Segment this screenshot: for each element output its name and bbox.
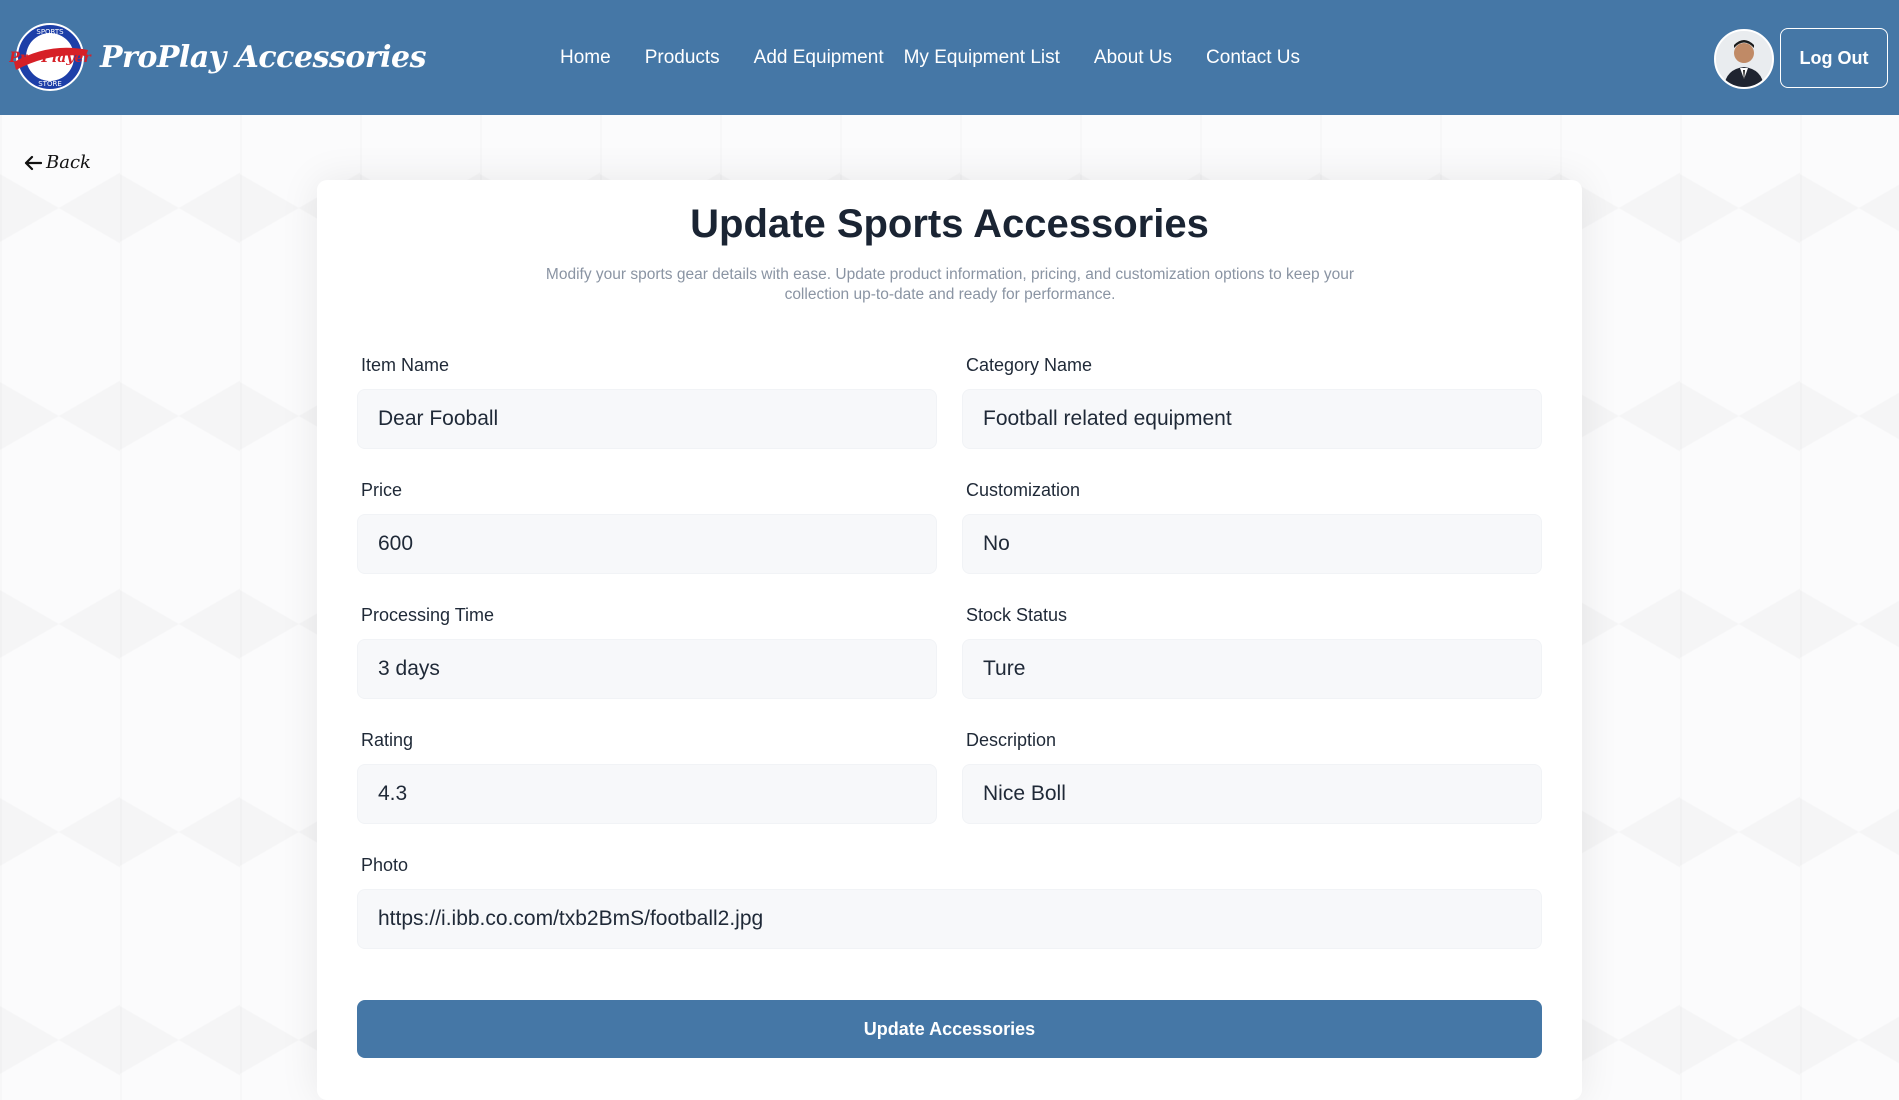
customization-label: Customization	[966, 480, 1081, 500]
page-title: Update Sports Accessories	[690, 202, 1209, 246]
item-name-input[interactable]: Dear Fooball	[357, 389, 937, 449]
logout-button[interactable]: Log Out	[1780, 28, 1888, 88]
update-accessories-button[interactable]: Update Accessories	[357, 1000, 1542, 1058]
nav-add-equipment[interactable]: Add Equipment	[754, 47, 884, 69]
description-input[interactable]: Nice Boll	[962, 764, 1542, 824]
photo-label: Photo	[361, 855, 409, 875]
back-link[interactable]: Back	[24, 152, 91, 173]
main-nav: Home Products Add Equipment My Equipment…	[560, 0, 1334, 115]
brand[interactable]: SPORTS Pro Player STORE ProPlay Accessor…	[8, 22, 427, 92]
category-name-label: Category Name	[966, 355, 1093, 375]
description-label: Description	[966, 730, 1057, 750]
category-name-input[interactable]: Football related equipment	[962, 389, 1542, 449]
photo-url-input[interactable]: https://i.ibb.co.com/txb2BmS/football2.j…	[357, 889, 1542, 949]
processing-time-input[interactable]: 3 days	[357, 639, 937, 699]
processing-time-label: Processing Time	[361, 605, 495, 625]
nav-my-equipment-list[interactable]: My Equipment List	[904, 47, 1060, 69]
rating-input[interactable]: 4.3	[357, 764, 937, 824]
rating-label: Rating	[361, 730, 414, 750]
nav-about-us[interactable]: About Us	[1094, 47, 1172, 69]
svg-text:Pro Player: Pro Player	[8, 50, 92, 66]
svg-text:SPORTS: SPORTS	[36, 28, 64, 36]
stock-status-label: Stock Status	[966, 605, 1068, 625]
nav-contact-us[interactable]: Contact Us	[1206, 47, 1300, 69]
arrow-left-icon	[24, 155, 42, 170]
user-avatar[interactable]	[1714, 29, 1774, 89]
svg-text:STORE: STORE	[38, 80, 62, 88]
stock-status-input[interactable]: Ture	[962, 639, 1542, 699]
customization-input[interactable]: No	[962, 514, 1542, 574]
price-label: Price	[361, 480, 403, 500]
item-name-label: Item Name	[361, 355, 450, 375]
back-label: Back	[46, 152, 91, 173]
brand-logo: SPORTS Pro Player STORE	[8, 22, 92, 92]
page-subtitle: Modify your sports gear details with eas…	[545, 266, 1355, 303]
nav-products[interactable]: Products	[645, 47, 720, 69]
price-input[interactable]: 600	[357, 514, 937, 574]
navbar: SPORTS Pro Player STORE ProPlay Accessor…	[0, 0, 1899, 115]
brand-name: ProPlay Accessories	[100, 39, 427, 75]
nav-home[interactable]: Home	[560, 47, 611, 69]
